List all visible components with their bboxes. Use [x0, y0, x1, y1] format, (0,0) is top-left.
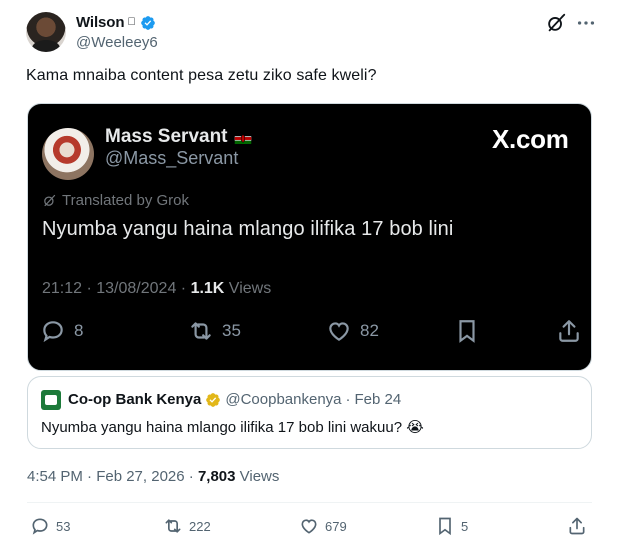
heart-icon — [329, 322, 349, 341]
reply-count: 53 — [56, 518, 71, 534]
bookmark-count: 5 — [461, 518, 469, 534]
like-count: 679 — [325, 518, 347, 534]
media-post-time: 21:12 · 13/08/2024 · — [42, 280, 191, 297]
quoted-tweet-text: Nyumba yangu haina mlango ilifika 17 bob… — [41, 419, 424, 436]
repost-icon — [165, 519, 181, 533]
share-icon — [559, 320, 579, 342]
media-repost-count: 35 — [222, 321, 241, 340]
media-display-name: Mass Servant — [105, 126, 228, 147]
share-button[interactable] — [567, 516, 587, 536]
repost-icon — [191, 322, 211, 340]
grok-small-icon — [44, 194, 56, 207]
media-handle: @Mass_Servant — [105, 148, 239, 168]
divider — [27, 502, 592, 503]
quoted-tweet[interactable]: Co-op Bank Kenya @Coopbankenya · Feb 24 … — [27, 376, 592, 449]
tweet: Wilson  @Weeleey6 Kama mnaiba content p… — [0, 0, 621, 548]
like-button[interactable]: 679 — [299, 516, 347, 536]
media-post-text: Nyumba yangu haina mlango ilifika 17 bob… — [42, 218, 454, 240]
author-avatar[interactable] — [26, 12, 66, 52]
translated-label: Translated by Grok — [62, 192, 189, 209]
reply-button[interactable]: 53 — [30, 516, 70, 536]
quoted-tweet-header: Co-op Bank Kenya @Coopbankenya · Feb 24 — [68, 391, 401, 408]
media-views-label: Views — [224, 280, 272, 297]
verified-badge-icon — [140, 15, 155, 30]
reply-icon — [32, 518, 48, 535]
repost-count: 222 — [189, 518, 211, 534]
media-action-bar: 8 35 82 — [40, 318, 585, 344]
quoted-author-handle[interactable]: @Coopbankenya — [225, 391, 341, 408]
media-reply: 8 — [40, 318, 83, 344]
gold-verified-badge-icon — [206, 392, 221, 407]
media-brand-label: X.com — [492, 124, 569, 154]
media-avatar — [42, 128, 94, 180]
bookmark-icon — [439, 517, 451, 536]
tweet-media-image[interactable]: Mass Servant @Mass_Servant X.com Transla… — [27, 103, 592, 371]
media-views-count: 1.1K — [190, 280, 225, 297]
media-name-row: Mass Servant — [105, 126, 252, 148]
media-like: 82 — [326, 318, 379, 344]
media-repost: 35 — [188, 318, 241, 344]
quoted-author-name[interactable]: Co-op Bank Kenya — [68, 391, 201, 408]
tweet-timestamp: 4:54 PM · Feb 27, 2026 · 7,803 Views — [27, 468, 279, 485]
media-bookmark — [454, 318, 480, 344]
author-name-row: Wilson  — [76, 14, 156, 31]
bookmark-button[interactable]: 5 — [435, 516, 468, 536]
author-display-name[interactable]: Wilson — [76, 14, 125, 31]
tweet-views-count: 7,803 — [197, 468, 236, 485]
coop-bank-logo-icon — [41, 390, 61, 410]
author-handle[interactable]: @Weeleey6 — [76, 34, 158, 51]
translated-by-grok: Translated by Grok — [42, 192, 189, 209]
share-icon — [569, 517, 585, 535]
media-reply-count: 8 — [74, 321, 84, 340]
more-icon[interactable] — [575, 12, 597, 34]
tweet-text: Kama mnaiba content pesa zetu ziko safe … — [26, 67, 377, 84]
tweet-action-bar: 53 222 679 5 — [30, 516, 595, 538]
tweet-views-label: Views — [235, 468, 280, 485]
media-post-meta: 21:12 · 13/08/2024 · 1.1K Views — [42, 280, 271, 298]
kenya-flag-icon — [234, 132, 251, 144]
quoted-separator: · — [345, 391, 351, 408]
apple-icon:  — [127, 16, 135, 28]
media-share — [556, 318, 582, 344]
quoted-date[interactable]: Feb 24 — [355, 391, 402, 408]
media-like-count: 82 — [360, 321, 379, 340]
grok-icon[interactable] — [545, 12, 567, 34]
heart-icon — [301, 519, 317, 534]
bookmark-icon — [459, 320, 475, 343]
repost-button[interactable]: 222 — [163, 516, 211, 536]
tweet-time[interactable]: 4:54 PM · Feb 27, 2026 · — [27, 468, 198, 485]
reply-icon — [43, 321, 63, 343]
